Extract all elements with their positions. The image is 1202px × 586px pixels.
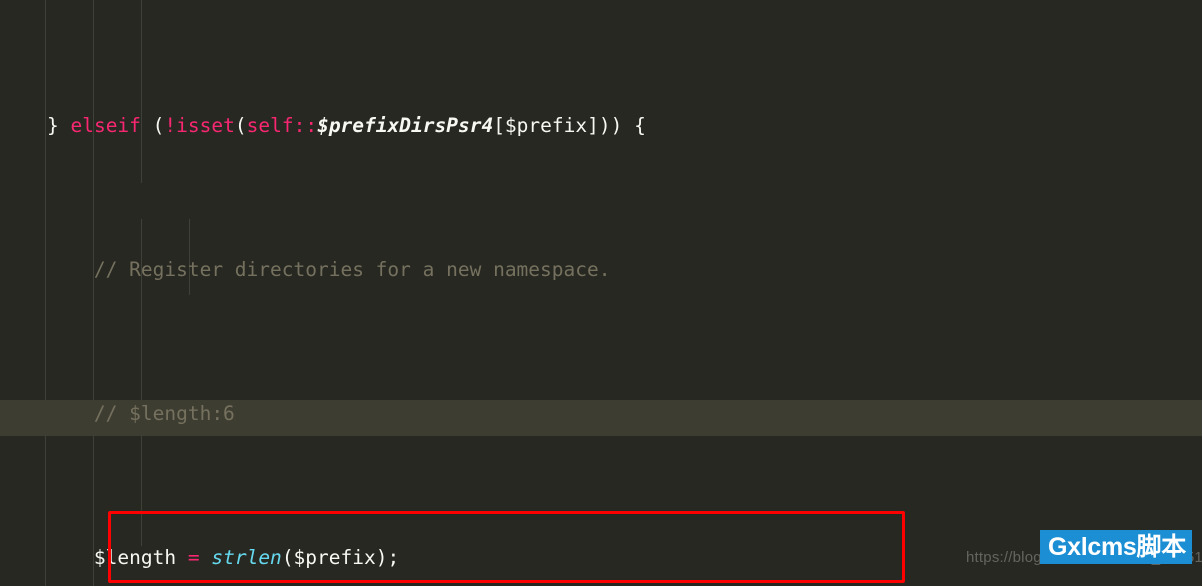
- code-line-3[interactable]: // $length:6: [0, 396, 1202, 432]
- token-strlen-args: ($prefix);: [281, 546, 400, 569]
- token-var-length: $length: [93, 546, 177, 569]
- token-index: [$prefix]: [493, 114, 599, 137]
- token-elseif: elseif: [70, 114, 141, 137]
- comment-length-6: // $length:6: [93, 402, 235, 425]
- token-brace-open: {: [634, 114, 646, 137]
- token-self: self::: [246, 114, 318, 137]
- token-close-parens: )): [598, 114, 623, 137]
- code-line-2[interactable]: // Register directories for a new namesp…: [0, 252, 1202, 288]
- code-editor[interactable]: } elseif (!isset(self::$prefixDirsPsr4[$…: [0, 0, 1202, 586]
- token-prop-prefixdirspsr4: $prefixDirsPsr4: [317, 114, 494, 137]
- code-line-1[interactable]: } elseif (!isset(self::$prefixDirsPsr4[$…: [0, 108, 1202, 144]
- token-fn-strlen: strlen: [211, 546, 282, 569]
- token-isset: isset: [176, 114, 235, 137]
- token-assign: =: [187, 546, 200, 569]
- code-content[interactable]: } elseif (!isset(self::$prefixDirsPsr4[$…: [0, 0, 1202, 586]
- token-brace-close: }: [46, 114, 59, 137]
- token-paren-open-2: (: [234, 114, 247, 137]
- watermark-badge: Gxlcms脚本: [1040, 530, 1192, 564]
- comment-register-directories: // Register directories for a new namesp…: [93, 258, 611, 281]
- token-paren-open: (: [152, 114, 165, 137]
- token-bang: !: [164, 114, 177, 137]
